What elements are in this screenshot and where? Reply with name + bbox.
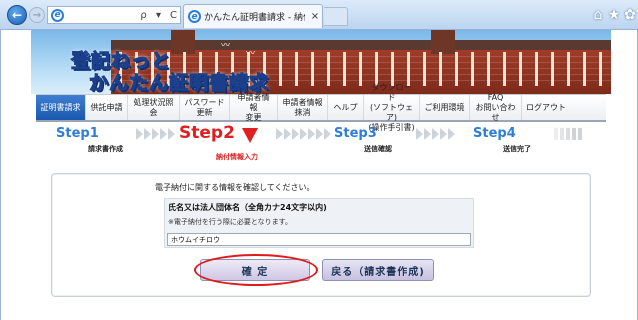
search-icon[interactable]: ρ bbox=[137, 10, 150, 21]
main-menu: 証明書請求 供託申請 処理状況照会 パスワード 更新 申請者情報 変更 申請者情… bbox=[36, 83, 606, 132]
menu-item-help[interactable]: ヘルプ bbox=[328, 95, 364, 120]
step1-label: Step1 bbox=[56, 126, 99, 141]
bird-icon: 〰 bbox=[221, 41, 231, 51]
name-field-note: ※電子納付を行う際に必要となります。 bbox=[168, 218, 292, 226]
progress-chevrons bbox=[416, 128, 455, 140]
menu-item-deposit-application[interactable]: 供託申請 bbox=[86, 95, 128, 120]
payment-info-panel: 電子納付に関する情報を確認してください。 氏名又は法人団体名（全角カナ24文字以… bbox=[51, 173, 591, 297]
dropdown-icon[interactable]: ▾ bbox=[152, 10, 165, 21]
name-field-label: 氏名又は法人団体名（全角カナ24文字以内) bbox=[168, 203, 327, 212]
menu-item-applicant-change[interactable]: 申請者情報 変更 bbox=[230, 93, 278, 122]
tab-close-icon[interactable]: × bbox=[308, 11, 322, 22]
menu-item-status-inquiry[interactable]: 処理状況照会 bbox=[128, 95, 180, 120]
progress-chevrons bbox=[136, 128, 175, 140]
home-icon[interactable]: ⌂ bbox=[590, 7, 606, 23]
tab-title: かんたん証明書請求 - 納付... bbox=[204, 13, 305, 23]
menu-item-logout[interactable]: ログアウト bbox=[522, 95, 570, 120]
progress-end-bars bbox=[554, 128, 582, 140]
name-field-group: 氏名又は法人団体名（全角カナ24文字以内) ※電子納付を行う際に必要となります。 bbox=[164, 198, 474, 248]
step2-label: Step2 bbox=[179, 123, 235, 143]
back-to-request-button[interactable]: 戻る（請求書作成) bbox=[322, 259, 434, 281]
progress-chevrons bbox=[276, 128, 331, 140]
confirm-button[interactable]: 確 定 bbox=[200, 259, 310, 281]
step-indicator: Step1 請求書作成 Step2 納付情報入力 Step3 送信確認 Step… bbox=[36, 123, 606, 162]
browser-tab[interactable]: e かんたん証明書請求 - 納付... × bbox=[183, 4, 323, 28]
settings-gear-icon[interactable]: ✿ bbox=[622, 7, 638, 23]
menu-item-environment[interactable]: ご利用環境 bbox=[420, 95, 470, 120]
menu-item-applicant-delete[interactable]: 申請者情報 抹消 bbox=[278, 95, 328, 120]
step3-label: Step3 bbox=[334, 126, 377, 141]
forward-arrow-icon: → bbox=[32, 9, 42, 21]
step4-label: Step4 bbox=[473, 126, 516, 141]
tab-ie-logo-icon: e bbox=[188, 10, 201, 23]
step1-desc: 請求書作成 bbox=[88, 145, 123, 153]
back-arrow-icon: ← bbox=[11, 8, 23, 22]
current-step-arrow-icon bbox=[242, 128, 258, 143]
back-button[interactable]: ← bbox=[7, 5, 27, 25]
new-tab-button[interactable] bbox=[324, 7, 348, 26]
step3-desc: 送信確認 bbox=[364, 145, 392, 153]
step4-desc: 送信完了 bbox=[503, 145, 531, 153]
step2-desc: 納付情報入力 bbox=[216, 153, 258, 161]
menu-item-download[interactable]: ダウンロード (ソフトウェア) (操作手引書) bbox=[364, 83, 420, 132]
panel-instructions: 電子納付に関する情報を確認してください。 bbox=[155, 183, 315, 192]
site-banner: 〰 〰 登記ねっと かんたん証明書請求 bbox=[31, 30, 611, 94]
ie-logo-icon: e bbox=[51, 8, 64, 22]
menu-item-faq[interactable]: FAQ お問い合わせ bbox=[470, 93, 522, 122]
address-bar[interactable]: e ρ ▾ C bbox=[47, 6, 181, 24]
site-logo-line2: かんたん証明書請求 bbox=[88, 72, 270, 95]
page-content: 〰 〰 登記ねっと かんたん証明書請求 証明書請求 供託申請 処理状況照会 パス… bbox=[0, 30, 638, 320]
bird-icon: 〰 bbox=[246, 49, 256, 59]
favorites-star-icon[interactable]: ★ bbox=[606, 7, 622, 23]
menu-item-password-update[interactable]: パスワード 更新 bbox=[180, 95, 230, 120]
forward-button[interactable]: → bbox=[29, 7, 45, 23]
browser-toolbar: ← → e ρ ▾ C e かんたん証明書請求 - 納付... × ⌂ ★ ✿ bbox=[0, 0, 638, 30]
menu-item-certificate-request[interactable]: 証明書請求 bbox=[36, 95, 86, 120]
refresh-icon[interactable]: C bbox=[167, 10, 180, 21]
name-input[interactable] bbox=[167, 233, 471, 246]
